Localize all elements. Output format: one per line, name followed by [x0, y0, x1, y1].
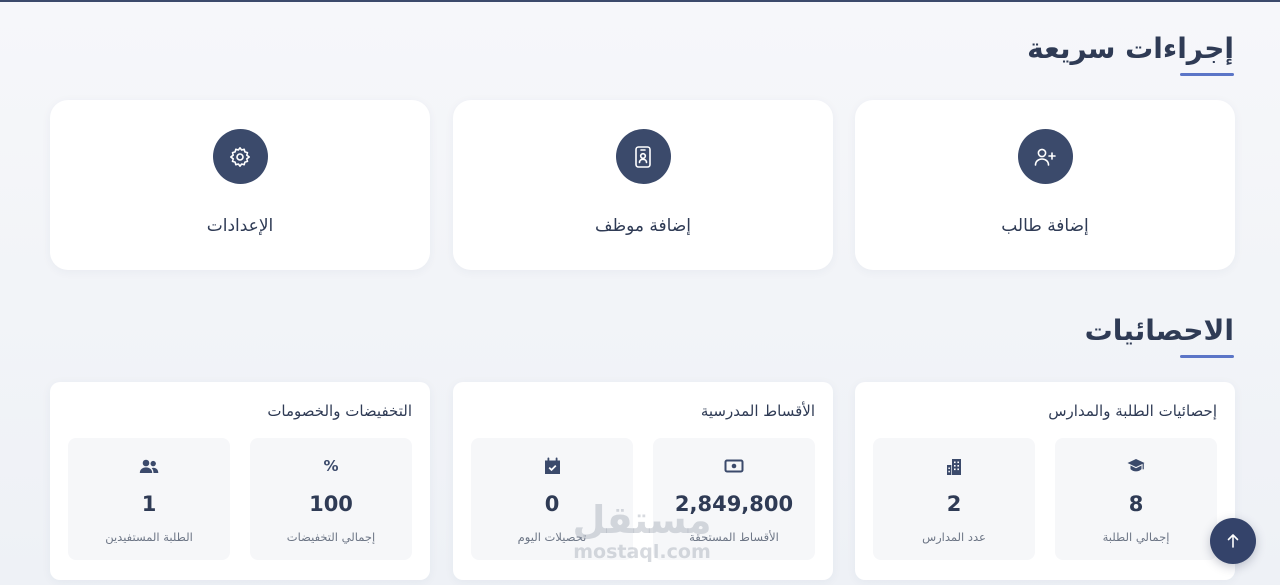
stat-value: 2 — [946, 492, 962, 516]
stat-value: 1 — [141, 492, 157, 516]
stat-value: 0 — [544, 492, 560, 516]
building-icon — [946, 456, 962, 476]
add-employee-card[interactable]: إضافة موظف — [453, 100, 833, 270]
beneficiary-students-stat: 1 الطلبة المستفيدين — [68, 438, 230, 560]
scroll-to-top-button[interactable] — [1210, 518, 1256, 564]
add-employee-label: إضافة موظف — [595, 216, 691, 236]
quick-actions-title-text: إجراءات سريعة — [1027, 32, 1234, 65]
users-icon — [139, 456, 159, 476]
calendar-check-icon — [544, 456, 561, 476]
stat-caption: الطلبة المستفيدين — [105, 530, 193, 544]
quick-actions-title: إجراءات سريعة — [1027, 32, 1234, 76]
total-students-stat: 8 إجمالي الطلبة — [1055, 438, 1217, 560]
settings-label: الإعدادات — [206, 216, 274, 236]
stat-value: 100 — [309, 492, 353, 516]
school-fees-panel: الأقساط المدرسية 2,849,800 الأقساط المست… — [453, 382, 833, 580]
settings-icon-circle — [212, 129, 268, 184]
stat-caption: إجمالي التخفيضات — [286, 530, 376, 544]
total-discounts-stat: % 100 إجمالي التخفيضات — [250, 438, 412, 560]
statistics-title: الاحصائيات — [1085, 314, 1234, 358]
arrow-up-icon — [1227, 534, 1239, 548]
students-schools-panel: إحصائيات الطلبة والمدارس 8 إجمالي الطلبة — [855, 382, 1235, 580]
gear-icon — [230, 146, 250, 167]
stat-value: 2,849,800 — [674, 492, 794, 516]
stat-caption: إجمالي الطلبة — [1102, 530, 1170, 544]
today-collections-stat: 0 تحصيلات اليوم — [471, 438, 633, 560]
stat-caption: عدد المدارس — [922, 530, 986, 544]
title-underline — [1180, 73, 1234, 76]
title-underline — [1180, 355, 1234, 358]
graduation-cap-icon — [1127, 456, 1145, 476]
add-student-card[interactable]: إضافة طالب — [855, 100, 1235, 270]
schools-count-stat: 2 عدد المدارس — [873, 438, 1035, 560]
statistics-title-text: الاحصائيات — [1084, 314, 1234, 347]
stat-value: 8 — [1128, 492, 1144, 516]
due-fees-stat: 2,849,800 الأقساط المستحقة — [653, 438, 815, 560]
panel-title: إحصائيات الطلبة والمدارس — [1048, 402, 1217, 420]
stat-caption: الأقساط المستحقة — [689, 530, 779, 544]
discounts-panel: التخفيضات والخصومات % 100 إجمالي التخفيض… — [50, 382, 430, 580]
add-student-label: إضافة طالب — [1001, 216, 1089, 236]
user-plus-icon — [1034, 148, 1056, 166]
id-badge-icon — [635, 145, 651, 168]
settings-card[interactable]: الإعدادات — [50, 100, 430, 270]
add-employee-icon-circle — [615, 129, 671, 184]
money-bill-icon — [724, 456, 744, 476]
percent-icon: % — [323, 457, 339, 475]
panel-title: الأقساط المدرسية — [700, 402, 815, 420]
panel-title: التخفيضات والخصومات — [267, 402, 412, 420]
stat-caption: تحصيلات اليوم — [517, 530, 587, 544]
add-student-icon-circle — [1017, 129, 1073, 184]
